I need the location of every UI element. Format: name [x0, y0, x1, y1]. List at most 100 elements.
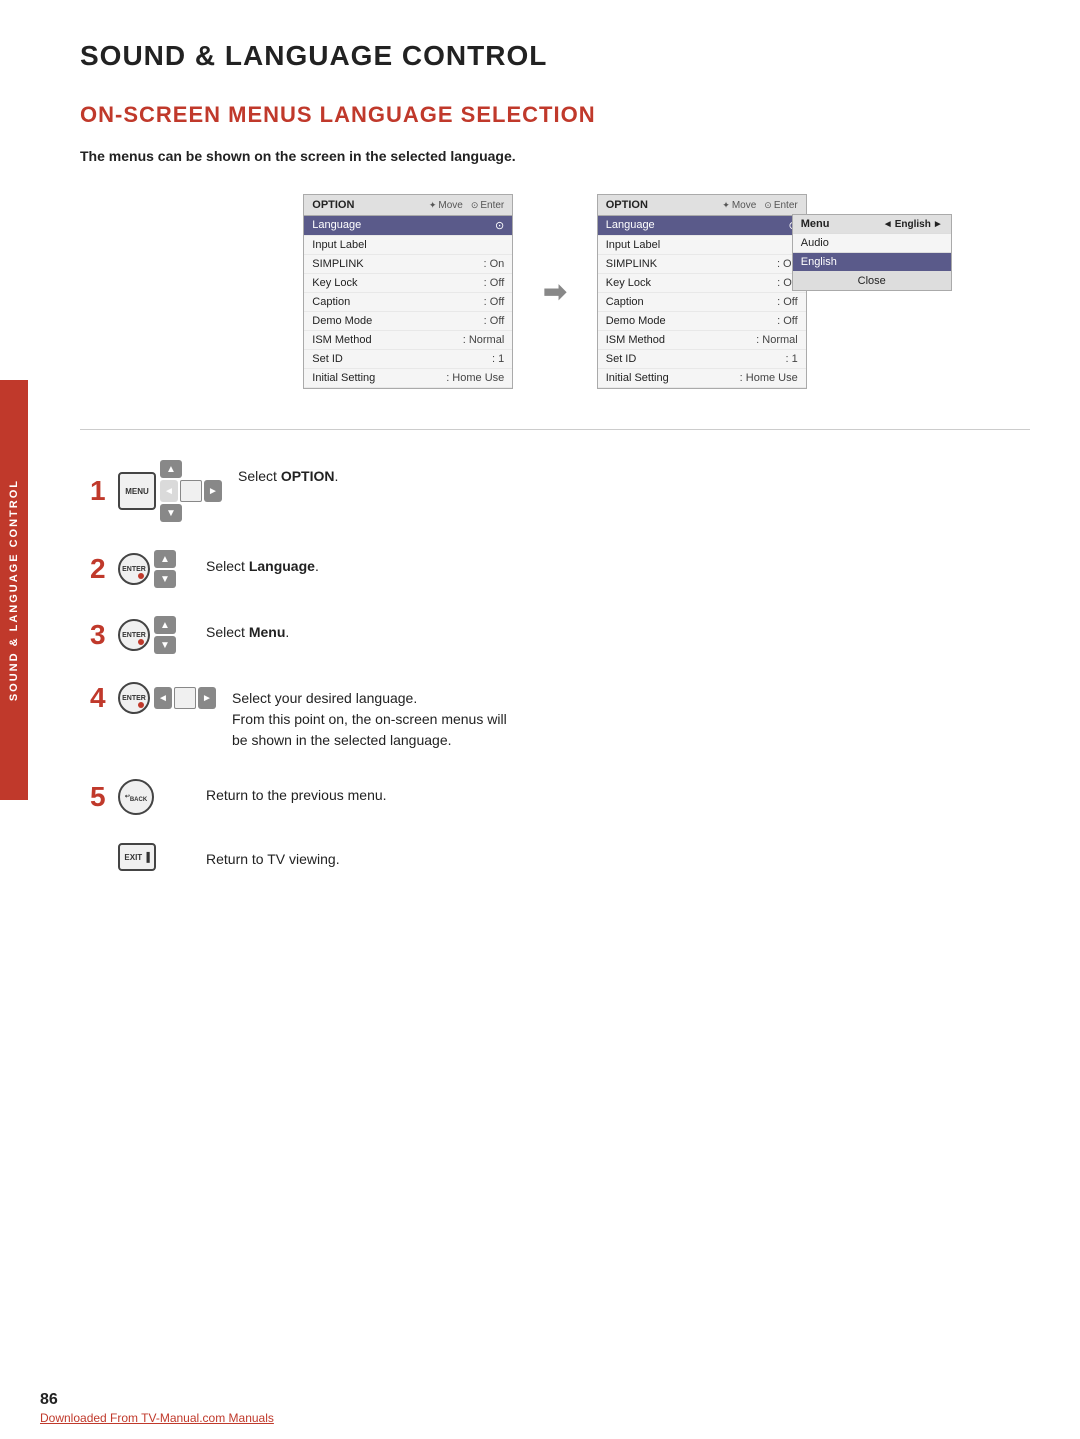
- back-button[interactable]: ↩BACK: [118, 779, 154, 815]
- menu-row-setid-left: Set ID : 1: [304, 350, 512, 369]
- step-5-text: Return to the previous menu.: [206, 779, 387, 806]
- step-5-number: 5: [90, 783, 110, 811]
- menu-row-initial-left: Initial Setting : Home Use: [304, 369, 512, 388]
- side-tab-text: SOUND & LANGUAGE CONTROL: [8, 479, 20, 701]
- intro-text: The menus can be shown on the screen in …: [80, 148, 1030, 164]
- main-content: SOUND & LANGUAGE CONTROL ON-SCREEN MENUS…: [40, 0, 1080, 939]
- step-4-text: Select your desired language. From this …: [232, 682, 507, 751]
- enter-hint-right: ⊙ Enter: [764, 200, 797, 211]
- step-4-number: 4: [90, 684, 110, 712]
- option-menu-left-header: OPTION ✦ Move ⊙ Enter: [304, 195, 512, 216]
- step-1-text: Select OPTION.: [238, 460, 338, 487]
- enter-button-3[interactable]: ENTER: [118, 619, 150, 651]
- step-3-number-container: 3 ENTER ▲ ▼: [90, 616, 190, 654]
- submenu-english-value: English: [801, 256, 837, 268]
- move-icon-right: ✦: [722, 200, 730, 211]
- steps-section: 1 MENU ▲ ◄ ► ▼ Select: [80, 460, 1030, 871]
- step-3-buttons: ENTER ▲ ▼: [118, 616, 176, 654]
- side-tab: SOUND & LANGUAGE CONTROL: [0, 380, 28, 800]
- option-menu-left: OPTION ✦ Move ⊙ Enter Language ⊙ Input: [303, 194, 513, 389]
- menu-row-input-label-right: Input Label: [598, 236, 806, 255]
- step-2-text: Select Language.: [206, 550, 319, 577]
- exit-button[interactable]: EXIT ▐: [118, 843, 156, 871]
- menu-row-keylock-right: Key Lock : Off: [598, 274, 806, 293]
- submenu-menu-row: Menu ◄ English ►: [793, 215, 951, 234]
- submenu-popup: Menu ◄ English ► Audio English Close: [792, 214, 952, 291]
- enter-hint-left: ⊙ Enter: [471, 200, 504, 211]
- submenu-close-btn[interactable]: Close: [793, 272, 951, 290]
- step-3: 3 ENTER ▲ ▼ Select Menu.: [90, 616, 1030, 654]
- step-1-number: 1: [90, 477, 110, 505]
- step-3-text: Select Menu.: [206, 616, 289, 643]
- exit-label: EXIT: [124, 853, 142, 862]
- move-hint-right: ✦ Move: [722, 200, 756, 211]
- submenu-menu-label: Menu: [801, 218, 830, 230]
- option-title-left: OPTION: [312, 199, 354, 211]
- step-1-buttons: MENU ▲ ◄ ► ▼: [118, 460, 222, 522]
- step-exit-buttons: EXIT ▐: [118, 843, 156, 871]
- arrow-right-icon: ➡: [543, 275, 566, 308]
- step-5-buttons: ↩BACK: [118, 779, 154, 815]
- menu-row-demo-right: Demo Mode : Off: [598, 312, 806, 331]
- menu-row-language-right: Language ⊙: [598, 216, 806, 236]
- step-1-dpad: ▲ ◄ ► ▼: [160, 460, 222, 522]
- dpad-right-4[interactable]: ►: [198, 687, 216, 709]
- step-4-buttons: ENTER ◄ ►: [118, 682, 216, 714]
- step-exit-number-container: 5 EXIT ▐: [90, 843, 190, 871]
- nav-hint-right: ✦ Move ⊙ Enter: [722, 200, 797, 211]
- page-number: 86: [40, 1391, 58, 1409]
- step-2-buttons: ENTER ▲ ▼: [118, 550, 176, 588]
- step-2-dpad: ▲ ▼: [154, 550, 176, 588]
- step-5: 5 ↩BACK Return to the previous menu.: [90, 779, 1030, 815]
- step-exit: 5 EXIT ▐ Return to TV viewing.: [90, 843, 1030, 871]
- step-4: 4 ENTER ◄ ► Select your desired language…: [90, 682, 1030, 751]
- step-4-hlr-dpad: ◄ ►: [154, 687, 216, 709]
- menu-row-ism-left: ISM Method : Normal: [304, 331, 512, 350]
- step-4-number-container: 4 ENTER ◄ ►: [90, 682, 216, 714]
- step-2: 2 ENTER ▲ ▼ Select Language.: [90, 550, 1030, 588]
- english-label: English: [895, 219, 931, 230]
- divider: [80, 429, 1030, 430]
- dpad-up-3[interactable]: ▲: [154, 616, 176, 634]
- left-arrow-icon: ◄: [883, 219, 893, 230]
- submenu-audio-label: Audio: [801, 237, 829, 249]
- dpad-down[interactable]: ▼: [160, 504, 182, 522]
- dpad-center-placeholder: [180, 480, 202, 502]
- menu-button[interactable]: MENU: [118, 472, 156, 510]
- menu-row-simplink-right: SIMPLINK : On: [598, 255, 806, 274]
- right-arrow-icon: ►: [933, 219, 943, 230]
- enter-button-4[interactable]: ENTER: [118, 682, 150, 714]
- step-3-number: 3: [90, 621, 110, 649]
- dpad-left[interactable]: ◄: [160, 480, 178, 502]
- submenu-english-selected-row: English: [793, 253, 951, 272]
- exit-icon: ▐: [143, 852, 149, 862]
- step-3-dpad: ▲ ▼: [154, 616, 176, 654]
- option-title-right: OPTION: [606, 199, 648, 211]
- dpad-up[interactable]: ▲: [160, 460, 182, 478]
- enter-icon-left: ⊙: [471, 200, 479, 211]
- dpad-left-4[interactable]: ◄: [154, 687, 172, 709]
- enter-button-2[interactable]: ENTER: [118, 553, 150, 585]
- move-icon-left: ✦: [429, 200, 437, 211]
- menu-row-ism-right: ISM Method : Normal: [598, 331, 806, 350]
- menu-row-caption-left: Caption : Off: [304, 293, 512, 312]
- submenu-nav-arrows: ◄ English ►: [883, 219, 943, 230]
- back-icon: ↩: [125, 794, 130, 801]
- menu-row-initial-right: Initial Setting : Home Use: [598, 369, 806, 388]
- step-5-number-container: 5 ↩BACK: [90, 779, 190, 815]
- option-menu-right-header: OPTION ✦ Move ⊙ Enter: [598, 195, 806, 216]
- step-exit-text: Return to TV viewing.: [206, 843, 340, 870]
- menu-row-caption-right: Caption : Off: [598, 293, 806, 312]
- menu-row-setid-right: Set ID : 1: [598, 350, 806, 369]
- dpad-down-3[interactable]: ▼: [154, 636, 176, 654]
- move-hint-left: ✦ Move: [429, 200, 463, 211]
- dpad-up-2[interactable]: ▲: [154, 550, 176, 568]
- step-2-number: 2: [90, 555, 110, 583]
- dpad-down-2[interactable]: ▼: [154, 570, 176, 588]
- dpad-right[interactable]: ►: [204, 480, 222, 502]
- step-4-center: [174, 687, 196, 709]
- footer-link[interactable]: Downloaded From TV-Manual.com Manuals: [40, 1411, 274, 1425]
- menu-row-keylock-left: Key Lock : Off: [304, 274, 512, 293]
- menu-row-demo-left: Demo Mode : Off: [304, 312, 512, 331]
- nav-hint-left: ✦ Move ⊙ Enter: [429, 200, 504, 211]
